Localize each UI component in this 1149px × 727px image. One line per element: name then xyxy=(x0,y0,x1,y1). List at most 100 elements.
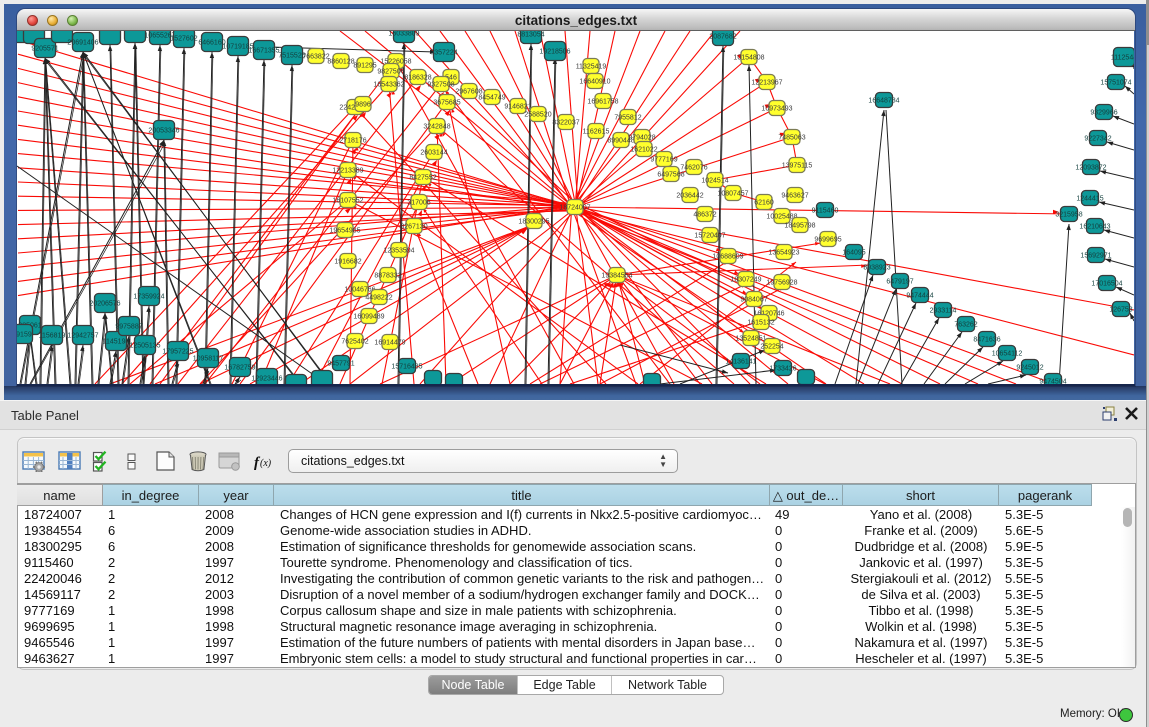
svg-text:14136141: 14136141 xyxy=(725,359,756,366)
svg-text:3242848: 3242848 xyxy=(423,124,450,131)
svg-text:1916682: 1916682 xyxy=(334,259,361,266)
svg-text:19218506: 19218506 xyxy=(539,49,570,56)
svg-text:20206576: 20206576 xyxy=(89,301,120,308)
svg-text:2603144: 2603144 xyxy=(420,150,447,157)
svg-text:16782759: 16782759 xyxy=(224,365,255,372)
svg-text:1162615: 1162615 xyxy=(583,129,610,136)
svg-text:126753: 126753 xyxy=(1109,307,1132,314)
svg-text:12213967: 12213967 xyxy=(751,80,782,87)
svg-text:16914479: 16914479 xyxy=(374,340,405,347)
svg-text:9777169: 9777169 xyxy=(650,157,677,164)
svg-text:19654985: 19654985 xyxy=(329,228,360,235)
svg-text:62160: 62160 xyxy=(754,200,774,207)
svg-text:16961758: 16961758 xyxy=(587,99,618,106)
svg-text:10654112: 10654112 xyxy=(992,351,1023,358)
svg-text:8454749: 8454749 xyxy=(478,95,505,102)
svg-text:20691406: 20691406 xyxy=(67,40,98,47)
svg-text:7955812: 7955812 xyxy=(614,115,641,122)
svg-text:12505135: 12505135 xyxy=(129,343,160,350)
svg-text:12353594: 12353594 xyxy=(383,248,414,255)
svg-text:8938923: 8938923 xyxy=(863,265,890,272)
svg-text:7357224: 7357224 xyxy=(430,50,457,57)
svg-text:16648784: 16648784 xyxy=(868,98,899,105)
svg-text:164095: 164095 xyxy=(842,250,865,257)
svg-text:16640910: 16640910 xyxy=(579,79,610,86)
svg-text:2588520: 2588520 xyxy=(524,112,551,119)
svg-text:12093872: 12093872 xyxy=(1075,165,1106,172)
svg-text:13524851: 13524851 xyxy=(735,336,766,343)
svg-text:3675685: 3675685 xyxy=(433,100,460,107)
svg-text:15716485: 15716485 xyxy=(391,364,422,371)
svg-text:1112544: 1112544 xyxy=(1111,55,1134,62)
svg-text:12213389: 12213389 xyxy=(332,168,363,175)
svg-text:18307249: 18307249 xyxy=(730,277,761,284)
svg-text:9457791: 9457791 xyxy=(327,361,354,368)
svg-text:8427552: 8427552 xyxy=(409,175,436,182)
svg-text:13975115: 13975115 xyxy=(782,163,813,170)
svg-text:9463627: 9463627 xyxy=(781,193,808,200)
svg-text:6479197: 6479197 xyxy=(886,279,913,286)
svg-text:8471636: 8471636 xyxy=(973,337,1000,344)
svg-text:15751074: 15751074 xyxy=(1100,80,1131,87)
svg-text:17359924: 17359924 xyxy=(133,294,164,301)
svg-text:8267130: 8267130 xyxy=(400,224,427,231)
svg-text:11325419: 11325419 xyxy=(576,64,607,71)
svg-text:16099489: 16099489 xyxy=(353,314,384,321)
svg-text:18724007: 18724007 xyxy=(559,205,590,212)
svg-text:3215958: 3215958 xyxy=(1055,212,1082,219)
svg-text:1156819: 1156819 xyxy=(39,333,66,340)
svg-text:15692971: 15692971 xyxy=(1080,253,1111,260)
svg-text:763262: 763262 xyxy=(954,322,977,329)
svg-text:20053346: 20053346 xyxy=(148,128,179,135)
svg-text:6497568: 6497568 xyxy=(657,172,684,179)
svg-text:7462076: 7462076 xyxy=(680,165,707,172)
svg-text:252254: 252254 xyxy=(760,344,783,351)
svg-text:317006: 317006 xyxy=(407,200,430,207)
svg-text:13654923: 13654923 xyxy=(768,250,799,257)
svg-text:4498222: 4498222 xyxy=(365,295,392,302)
svg-text:1145194: 1145194 xyxy=(103,339,130,346)
svg-text:1615132: 1615132 xyxy=(747,320,774,327)
svg-text:10807457: 10807457 xyxy=(717,191,748,198)
svg-text:12942757: 12942757 xyxy=(67,333,98,340)
svg-text:891295: 891295 xyxy=(353,63,376,70)
svg-text:9827506: 9827506 xyxy=(377,69,404,76)
svg-text:9699695: 9699695 xyxy=(814,237,841,244)
svg-text:16107552: 16107552 xyxy=(332,198,363,205)
svg-text:10958117: 10958117 xyxy=(193,356,224,363)
svg-text:10154808: 10154808 xyxy=(733,55,764,62)
svg-text:9245012: 9245012 xyxy=(1016,365,1043,372)
svg-text:2933114: 2933114 xyxy=(930,308,957,315)
svg-text:15720407: 15720407 xyxy=(694,233,725,240)
svg-text:486372: 486372 xyxy=(693,212,716,219)
svg-text:16210643: 16210643 xyxy=(1079,224,1110,231)
svg-text:9329966: 9329966 xyxy=(1090,110,1117,117)
svg-text:16033809: 16033809 xyxy=(388,31,419,38)
svg-text:7625402: 7625402 xyxy=(341,339,368,346)
svg-text:7485063: 7485063 xyxy=(778,135,805,142)
svg-text:19384554: 19384554 xyxy=(601,273,632,280)
svg-text:10973493: 10973493 xyxy=(761,106,792,113)
svg-text:9146821: 9146821 xyxy=(504,104,531,111)
svg-text:8186328: 8186328 xyxy=(404,75,431,82)
svg-text:2718176: 2718176 xyxy=(339,138,366,145)
svg-text:9084067: 9084067 xyxy=(740,297,767,304)
svg-text:2087682: 2087682 xyxy=(709,34,736,41)
svg-text:8860128: 8860128 xyxy=(327,59,354,66)
svg-text:8878332: 8878332 xyxy=(374,273,401,280)
svg-text:9474444: 9474444 xyxy=(906,293,933,300)
svg-text:17957225: 17957225 xyxy=(162,349,193,356)
svg-text:1733426: 1733426 xyxy=(769,366,796,373)
svg-text:9115460: 9115460 xyxy=(812,208,839,215)
svg-text:9227342: 9227342 xyxy=(1084,136,1111,143)
svg-text:12923446: 12923446 xyxy=(251,376,282,383)
svg-text:9975887: 9975887 xyxy=(115,324,142,331)
svg-text:(x): (x) xyxy=(260,458,272,469)
svg-text:8813054: 8813054 xyxy=(517,32,544,39)
svg-text:18495798: 18495798 xyxy=(784,223,815,230)
svg-text:16671355: 16671355 xyxy=(248,48,279,55)
svg-text:1244415: 1244415 xyxy=(1076,196,1103,203)
svg-text:2036442: 2036442 xyxy=(676,193,703,200)
svg-text:9327508: 9327508 xyxy=(427,82,454,89)
svg-text:18300295: 18300295 xyxy=(518,219,549,226)
